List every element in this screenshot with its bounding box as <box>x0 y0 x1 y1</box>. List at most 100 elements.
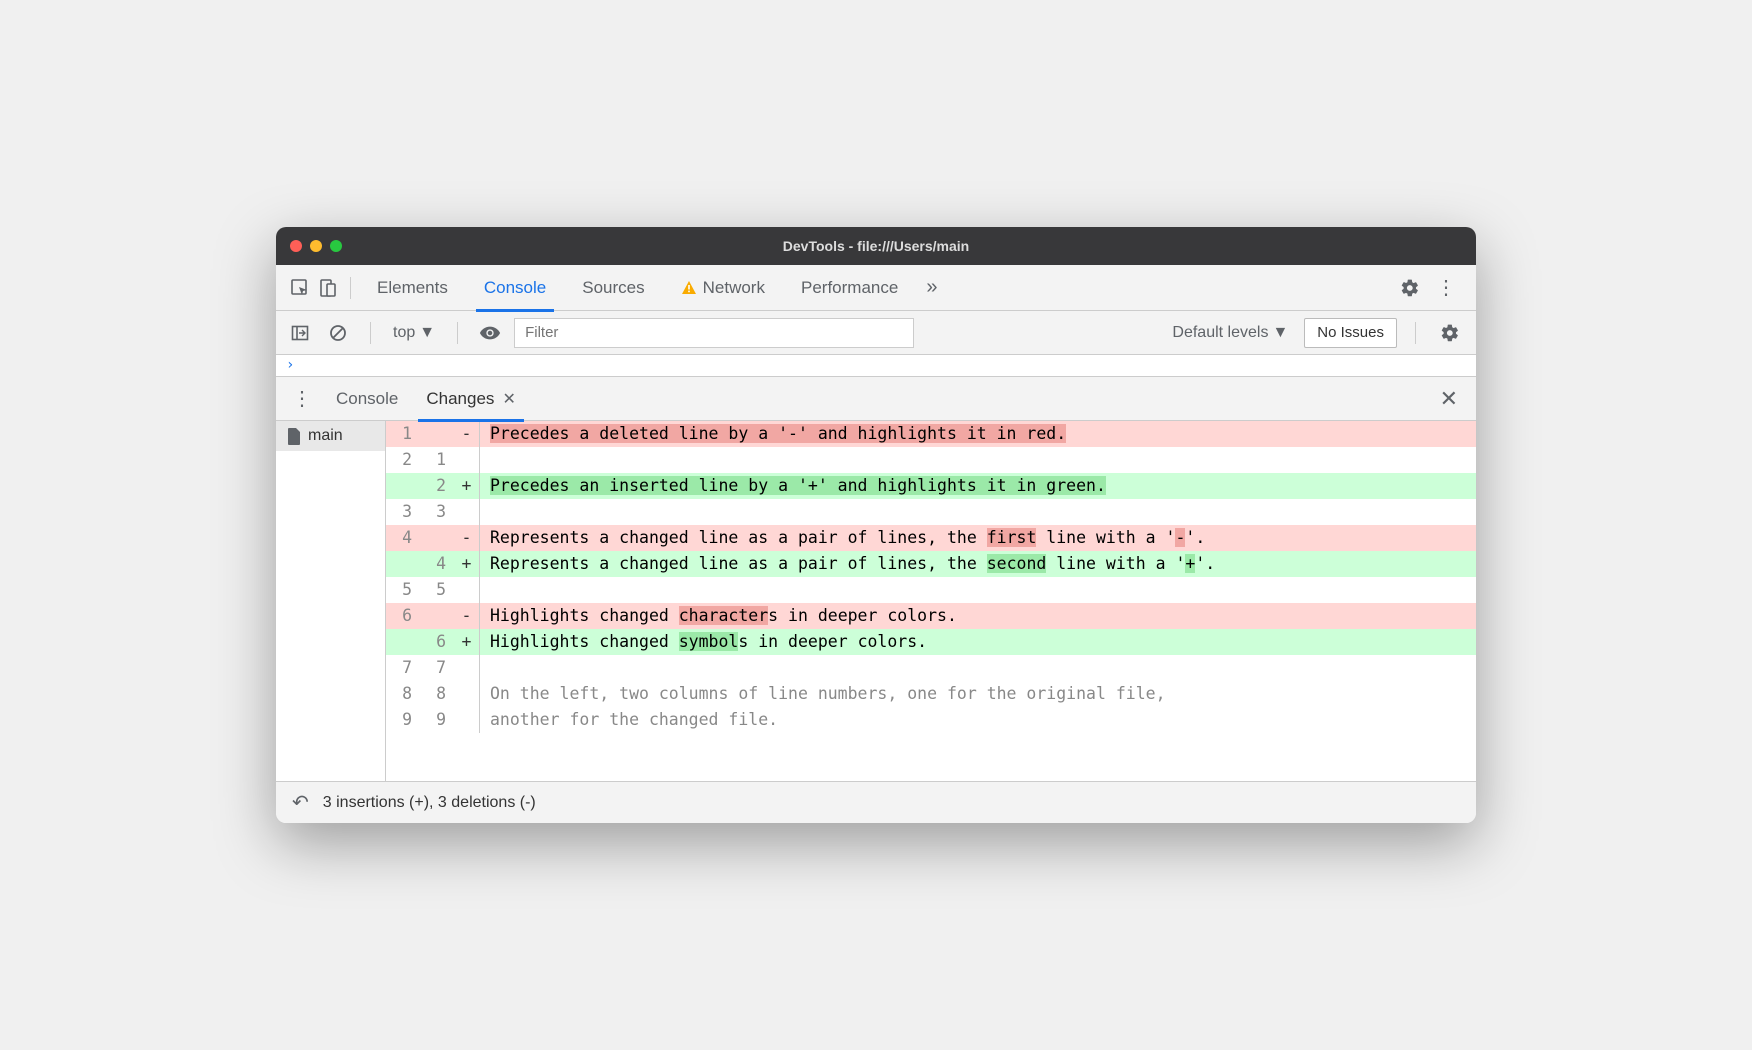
warning-icon <box>681 280 697 296</box>
tab-performance[interactable]: Performance <box>783 265 916 311</box>
line-number-changed: 6 <box>420 629 454 655</box>
diff-marker: - <box>454 421 480 447</box>
main-tab-bar: Elements Console Sources Network Perform… <box>276 265 1476 311</box>
diff-marker <box>454 499 480 525</box>
diff-line: 99 another for the changed file. <box>386 707 1476 733</box>
console-toolbar: top ▼ Default levels ▼ No Issues <box>276 311 1476 355</box>
diff-marker: + <box>454 473 480 499</box>
tab-elements[interactable]: Elements <box>359 265 466 311</box>
tab-label: Console <box>484 278 546 298</box>
close-window-button[interactable] <box>290 240 302 252</box>
execution-context-selector[interactable]: top ▼ <box>389 324 439 342</box>
tab-sources[interactable]: Sources <box>564 265 662 311</box>
diff-marker: + <box>454 629 480 655</box>
diff-summary: 3 insertions (+), 3 deletions (-) <box>323 794 536 812</box>
file-name: main <box>308 427 343 445</box>
diff-marker <box>454 655 480 681</box>
drawer-tab-console[interactable]: Console <box>322 377 412 421</box>
toggle-sidebar-icon[interactable] <box>286 319 314 347</box>
close-drawer-icon[interactable]: ✕ <box>1428 386 1470 412</box>
line-number-changed: 3 <box>420 499 454 525</box>
diff-content: Precedes an inserted line by a '+' and h… <box>480 473 1476 499</box>
drawer-tab-label: Console <box>336 389 398 409</box>
diff-line: 55 <box>386 577 1476 603</box>
diff-marker: - <box>454 525 480 551</box>
gear-icon[interactable] <box>1394 278 1426 298</box>
line-number-original: 6 <box>386 603 420 629</box>
tab-label: Sources <box>582 278 644 298</box>
file-icon <box>286 427 302 445</box>
filter-input[interactable] <box>514 318 914 348</box>
line-number-original: 4 <box>386 525 420 551</box>
tab-network[interactable]: Network <box>663 265 783 311</box>
line-number-changed <box>420 421 454 447</box>
drawer-tab-bar: ⋮ Console Changes ✕ ✕ <box>276 377 1476 421</box>
diff-marker <box>454 681 480 707</box>
drawer-more-icon[interactable]: ⋮ <box>282 386 322 411</box>
minimize-window-button[interactable] <box>310 240 322 252</box>
window-title: DevTools - file:///Users/main <box>783 238 969 254</box>
line-number-original: 7 <box>386 655 420 681</box>
diff-content: Highlights changed characters in deeper … <box>480 603 1476 629</box>
separator <box>370 322 371 344</box>
diff-view[interactable]: 1-Precedes a deleted line by a '-' and h… <box>386 421 1476 781</box>
drawer-tab-label: Changes <box>426 389 494 409</box>
diff-line: 21 <box>386 447 1476 473</box>
device-toolbar-icon[interactable] <box>314 274 342 302</box>
file-tree: main <box>276 421 386 781</box>
line-number-original: 2 <box>386 447 420 473</box>
close-tab-icon[interactable]: ✕ <box>502 389 515 409</box>
file-tree-item[interactable]: main <box>276 421 385 451</box>
line-number-original <box>386 473 420 499</box>
tab-label: Network <box>703 278 765 298</box>
line-number-original: 1 <box>386 421 420 447</box>
changes-statusbar: ↶ 3 insertions (+), 3 deletions (-) <box>276 781 1476 823</box>
live-expression-icon[interactable] <box>476 319 504 347</box>
chevron-down-icon: ▼ <box>1272 324 1288 342</box>
tab-label: Performance <box>801 278 898 298</box>
clear-console-icon[interactable] <box>324 319 352 347</box>
levels-label: Default levels <box>1172 324 1268 342</box>
revert-icon[interactable]: ↶ <box>292 790 309 815</box>
line-number-original <box>386 629 420 655</box>
diff-marker: + <box>454 551 480 577</box>
issues-button[interactable]: No Issues <box>1304 318 1397 348</box>
diff-content: Represents a changed line as a pair of l… <box>480 551 1476 577</box>
separator <box>1415 322 1416 344</box>
line-number-original: 8 <box>386 681 420 707</box>
diff-line: 88On the left, two columns of line numbe… <box>386 681 1476 707</box>
tab-label: Elements <box>377 278 448 298</box>
console-settings-gear-icon[interactable] <box>1434 323 1466 343</box>
diff-content <box>480 577 1476 603</box>
titlebar: DevTools - file:///Users/main <box>276 227 1476 265</box>
diff-content <box>480 447 1476 473</box>
log-levels-dropdown[interactable]: Default levels ▼ <box>1166 324 1294 342</box>
console-prompt[interactable]: › <box>276 355 1476 377</box>
diff-line: 33 <box>386 499 1476 525</box>
diff-line: 4-Represents a changed line as a pair of… <box>386 525 1476 551</box>
exec-context-label: top <box>393 324 415 342</box>
line-number-original: 5 <box>386 577 420 603</box>
line-number-changed: 9 <box>420 707 454 733</box>
diff-marker: - <box>454 603 480 629</box>
diff-line: 2+Precedes an inserted line by a '+' and… <box>386 473 1476 499</box>
tab-console[interactable]: Console <box>466 265 564 311</box>
inspect-element-icon[interactable] <box>286 274 314 302</box>
diff-content: another for the changed file. <box>480 707 1476 733</box>
window-controls <box>290 240 342 252</box>
line-number-original: 9 <box>386 707 420 733</box>
tabs-overflow-button[interactable]: » <box>916 276 947 299</box>
more-menu-icon[interactable]: ⋮ <box>1426 275 1466 300</box>
line-number-changed: 2 <box>420 473 454 499</box>
diff-line: 4+Represents a changed line as a pair of… <box>386 551 1476 577</box>
maximize-window-button[interactable] <box>330 240 342 252</box>
drawer-tab-changes[interactable]: Changes ✕ <box>412 377 529 421</box>
diff-marker <box>454 707 480 733</box>
diff-line: 6+Highlights changed symbols in deeper c… <box>386 629 1476 655</box>
diff-marker <box>454 577 480 603</box>
diff-content <box>480 499 1476 525</box>
diff-line: 77 <box>386 655 1476 681</box>
chevron-down-icon: ▼ <box>419 324 435 342</box>
line-number-changed: 5 <box>420 577 454 603</box>
separator <box>457 322 458 344</box>
